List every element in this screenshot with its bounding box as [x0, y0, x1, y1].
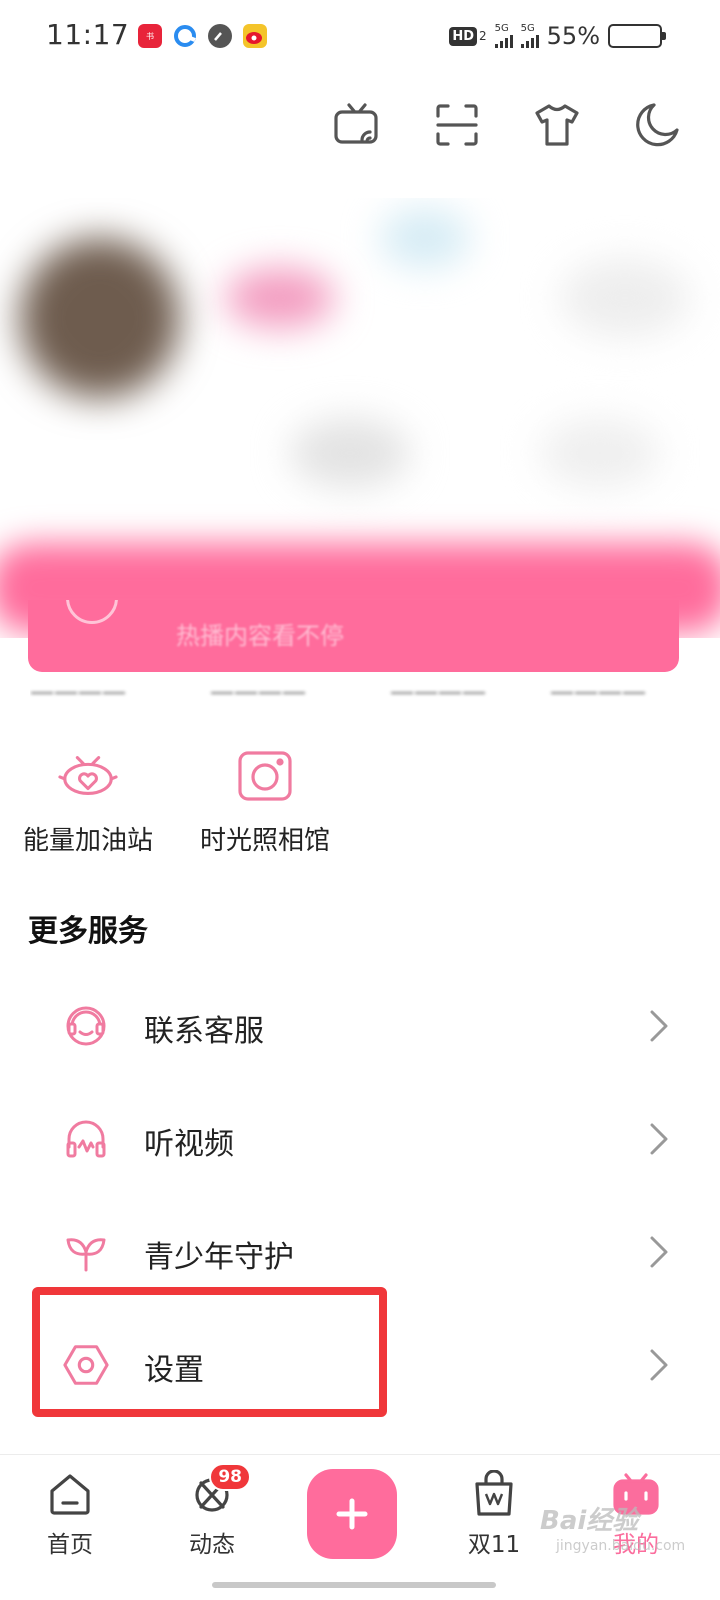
notification-app-icons: 书: [138, 24, 267, 48]
feature-label: 能量加油站: [22, 826, 153, 856]
service-item-teen-guard[interactable]: 青少年守护: [0, 1206, 720, 1296]
vip-banner-icon: [66, 600, 118, 624]
service-label: 听视频: [144, 1127, 234, 1162]
sprout-icon: [62, 1228, 110, 1276]
activity-badge: 98: [209, 1463, 251, 1491]
blurred-element: [560, 258, 690, 338]
energy-station-icon: [58, 750, 118, 802]
speedometer-icon: [208, 24, 232, 48]
tshirt-icon[interactable]: [532, 100, 582, 150]
battery-percent: 55%: [546, 22, 600, 50]
service-item-customer-service[interactable]: 联系客服: [0, 980, 720, 1070]
signal-label-1: 5G: [494, 23, 509, 34]
weibo-icon: [243, 24, 267, 48]
baidu-watermark-url: jingyan.baidu.com: [556, 1538, 686, 1554]
nav-item-double11[interactable]: 双11: [449, 1469, 539, 1559]
blurred-label: 一一一一: [390, 684, 486, 706]
blurred-label: 一一一一: [550, 684, 646, 706]
signal-5g-2: 5G: [520, 23, 539, 48]
baidu-watermark: Bai经验: [540, 1506, 639, 1536]
signal-bars-icon: [520, 34, 539, 48]
status-indicators: HD 2 5G 5G 55%: [449, 22, 666, 50]
chevron-right-icon: [650, 1349, 668, 1381]
nav-label: 首页: [47, 1532, 93, 1558]
signal-bars-icon: [494, 34, 513, 48]
blurred-shortcut-row: 一一一一 一一一一 一一一一 一一一一: [30, 684, 670, 706]
battery-icon: [608, 24, 666, 48]
status-time: 11:17: [46, 18, 130, 51]
header-actions: [332, 100, 682, 150]
headphones-icon: [62, 1115, 110, 1163]
vip-banner[interactable]: 热播内容看不停: [28, 600, 679, 672]
tv-cast-icon[interactable]: [332, 100, 382, 150]
signal-5g-1: 5G: [494, 23, 513, 48]
nav-label: 双11: [467, 1532, 521, 1558]
home-icon: [45, 1469, 95, 1519]
hd-badge: HD: [449, 26, 478, 46]
blurred-element: [540, 418, 660, 488]
nav-label: 动态: [189, 1532, 235, 1558]
browser-icon: [173, 24, 197, 48]
chevron-right-icon: [650, 1236, 668, 1268]
chevron-right-icon: [650, 1010, 668, 1042]
blurred-element: [290, 418, 410, 488]
customer-service-icon: [62, 1002, 110, 1050]
plus-icon: [336, 1498, 368, 1530]
chevron-right-icon: [650, 1123, 668, 1155]
status-bar: 11:17 书 HD 2 5G 5G 55%: [0, 0, 720, 78]
scan-icon[interactable]: [432, 100, 482, 150]
vip-banner-text: 热播内容看不停: [176, 622, 344, 650]
highlight-annotation-box: [32, 1287, 387, 1417]
blurred-label: 一一一一: [30, 684, 126, 706]
feature-photo-studio[interactable]: 时光照相馆: [185, 750, 345, 857]
avatar[interactable]: [20, 238, 180, 398]
blurred-badge: [225, 268, 335, 328]
shopping-bag-icon: [469, 1469, 519, 1519]
blurred-label: 一一一一: [210, 684, 306, 706]
blurred-profile-area: [0, 198, 720, 638]
nav-item-home[interactable]: 首页: [25, 1469, 115, 1559]
nav-item-activity[interactable]: 98 动态: [167, 1463, 257, 1559]
network-sub: 2: [479, 29, 487, 43]
home-indicator[interactable]: [212, 1582, 496, 1588]
section-title-more-services: 更多服务: [28, 914, 148, 949]
camera-icon: [235, 750, 295, 802]
service-label: 青少年守护: [144, 1240, 294, 1275]
service-item-listen-video[interactable]: 听视频: [0, 1093, 720, 1183]
publish-plus-button[interactable]: [307, 1469, 397, 1559]
service-label: 联系客服: [144, 1014, 264, 1049]
activity-icon: 98: [187, 1463, 251, 1519]
blurred-badge: [380, 208, 470, 268]
feature-energy-station[interactable]: 能量加油站: [8, 750, 168, 857]
moon-icon[interactable]: [632, 100, 682, 150]
feature-label: 时光照相馆: [199, 826, 330, 856]
xiaohongshu-icon: 书: [138, 24, 162, 48]
signal-label-2: 5G: [520, 23, 535, 34]
